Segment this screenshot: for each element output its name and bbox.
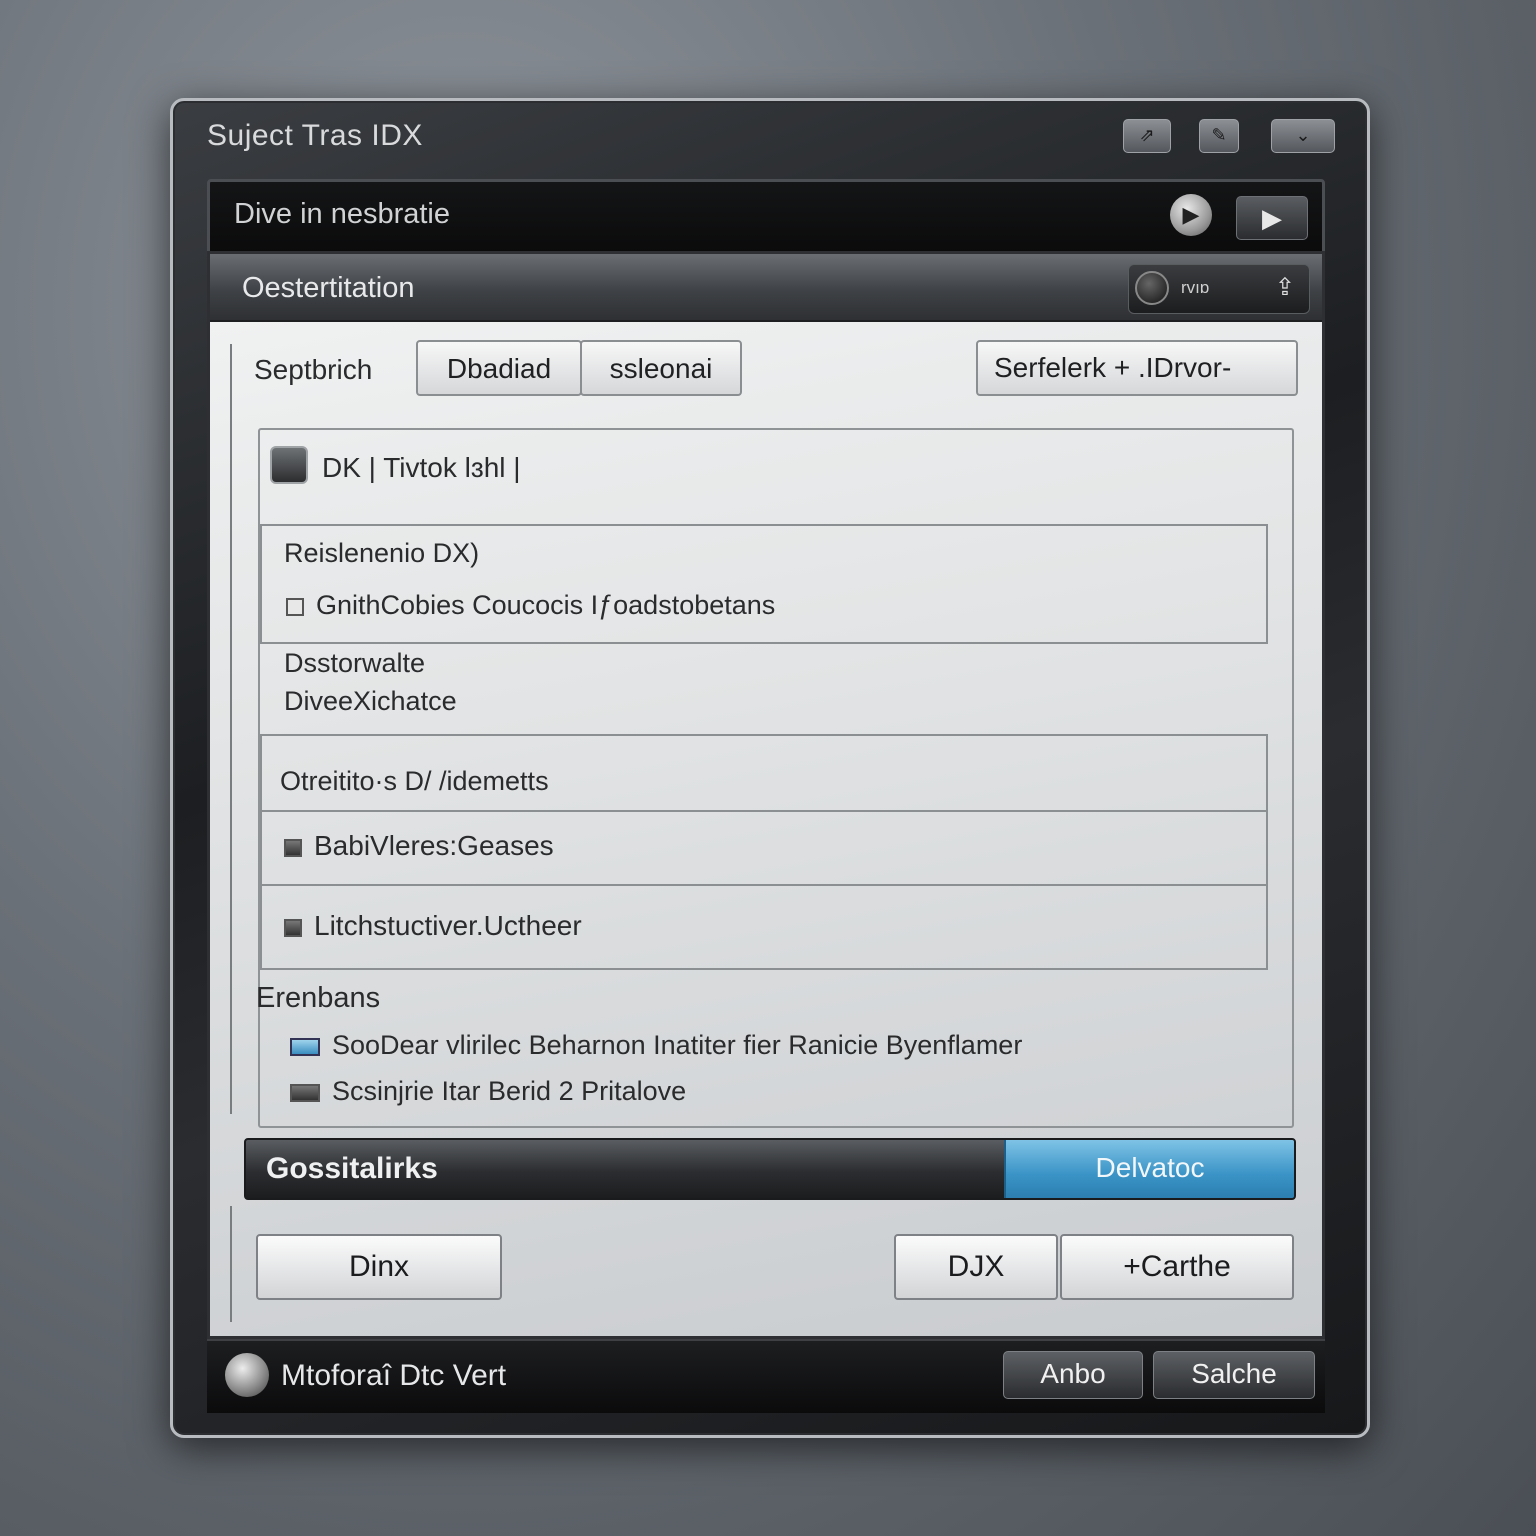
checkbox[interactable] — [286, 597, 304, 616]
tab-row: DK | Tivtok lɜhl | — [260, 430, 1292, 490]
row-divider — [262, 810, 1266, 812]
tab-label[interactable]: DK | Tivtok lɜhl | — [322, 452, 521, 484]
section2-line2: DiveeXichatce — [284, 686, 457, 716]
knob-icon[interactable] — [1135, 271, 1169, 305]
toolbar: Dive in nesbratie ▶ ▶ — [207, 179, 1325, 255]
panel-header: Oestertitation rvıɒ ⇪ — [210, 254, 1322, 322]
logo-icon — [225, 1353, 269, 1397]
section1-heading: Reislenenio DX) — [284, 538, 480, 568]
options-label: Septbrich — [254, 354, 373, 385]
section4-heading: Erenbans — [256, 982, 381, 1014]
segment-left-button[interactable]: Dbadiad — [416, 340, 582, 396]
section4-item1[interactable]: SooDear vlirilec Beharnon Inatiter fier … — [290, 1030, 1022, 1061]
progress-bar: Gossitalirks Delvatoc — [244, 1138, 1296, 1200]
window-btn-2[interactable]: ✎ — [1199, 119, 1239, 153]
cache-button[interactable]: +Carthe — [1060, 1234, 1294, 1300]
window-title: Suject Tras IDX — [207, 119, 423, 152]
checkbox[interactable] — [284, 838, 302, 857]
section3-row1[interactable]: BabiVleres:Geases — [284, 830, 554, 862]
section4-item1-label: SooDear vlirilec Beharnon Inatiter fier … — [332, 1030, 1023, 1060]
title-bar[interactable]: Suject Tras IDX ⇗ ✎ ⌄ — [173, 101, 1367, 179]
header-control[interactable]: rvıɒ ⇪ — [1128, 264, 1310, 314]
anbo-button[interactable]: Anbo — [1003, 1351, 1143, 1399]
section4-item2-label: Scsinjrie Itar Berid 2 Pritalove — [332, 1076, 687, 1106]
section3-row1-label: BabiVleres:Geases — [314, 830, 554, 861]
driver-dropdown[interactable]: Serfelerk + .IDrvor- — [976, 340, 1298, 396]
header-control-text: rvıɒ — [1181, 278, 1210, 297]
monitor-icon — [290, 1037, 320, 1056]
checkbox[interactable] — [284, 918, 302, 937]
content-box: DK | Tivtok lɜhl | Reislenenio DX) Gnith… — [256, 428, 1294, 1128]
status-text: Mtoforaî Dtc Vert — [281, 1359, 507, 1392]
section3-row2[interactable]: Litchstuctiver.Uctheer — [284, 910, 582, 942]
panel-title: Oestertitation — [242, 272, 415, 304]
section-resolution: Reislenenio DX) GnithCobies Coucocis Iƒo… — [260, 524, 1268, 644]
window-btn-1[interactable]: ⇗ — [1123, 119, 1171, 153]
section3-heading: Otreitito·s D/ /idemetts — [280, 766, 549, 796]
segment-right-button[interactable]: ssleonai — [580, 340, 742, 396]
dinx-button[interactable]: Dinx — [256, 1234, 502, 1300]
divider — [230, 1206, 232, 1322]
section1-item-label: GnithCobies Coucocis Iƒoadstobetans — [316, 590, 776, 620]
app-window: Suject Tras IDX ⇗ ✎ ⌄ Dive in nesbratie … — [170, 98, 1370, 1438]
status-bar: Mtoforaî Dtc Vert Anbo Salche — [207, 1339, 1325, 1413]
window-close-button[interactable]: ⌄ — [1271, 119, 1335, 153]
section2-line1: Dsstorwalte — [284, 648, 426, 678]
progress-action-button[interactable]: Delvatoc — [1004, 1140, 1294, 1198]
drive-icon — [270, 446, 308, 484]
djx-button[interactable]: DJX — [894, 1234, 1058, 1300]
section3-row2-label: Litchstuctiver.Uctheer — [314, 910, 582, 941]
play-button[interactable]: ▶ — [1236, 196, 1308, 240]
section4-item2[interactable]: Scsinjrie Itar Berid 2 Pritalove — [290, 1076, 686, 1107]
section-drivers: Otreitito·s D/ /idemetts BabiVleres:Geas… — [260, 734, 1268, 970]
play-round-icon[interactable]: ▶ — [1170, 194, 1212, 236]
salche-button[interactable]: Salche — [1153, 1351, 1315, 1399]
progress-label: Gossitalirks — [266, 1152, 438, 1185]
eject-icon[interactable]: ⇪ — [1275, 273, 1295, 302]
row-divider — [262, 884, 1266, 886]
device-icon — [290, 1083, 320, 1102]
main-panel: Oestertitation rvıɒ ⇪ Septbrich Dbadiad … — [207, 251, 1325, 1339]
toolbar-title: Dive in nesbratie — [234, 198, 450, 230]
section1-item[interactable]: GnithCobies Coucocis Iƒoadstobetans — [286, 590, 775, 621]
divider — [230, 344, 232, 1114]
